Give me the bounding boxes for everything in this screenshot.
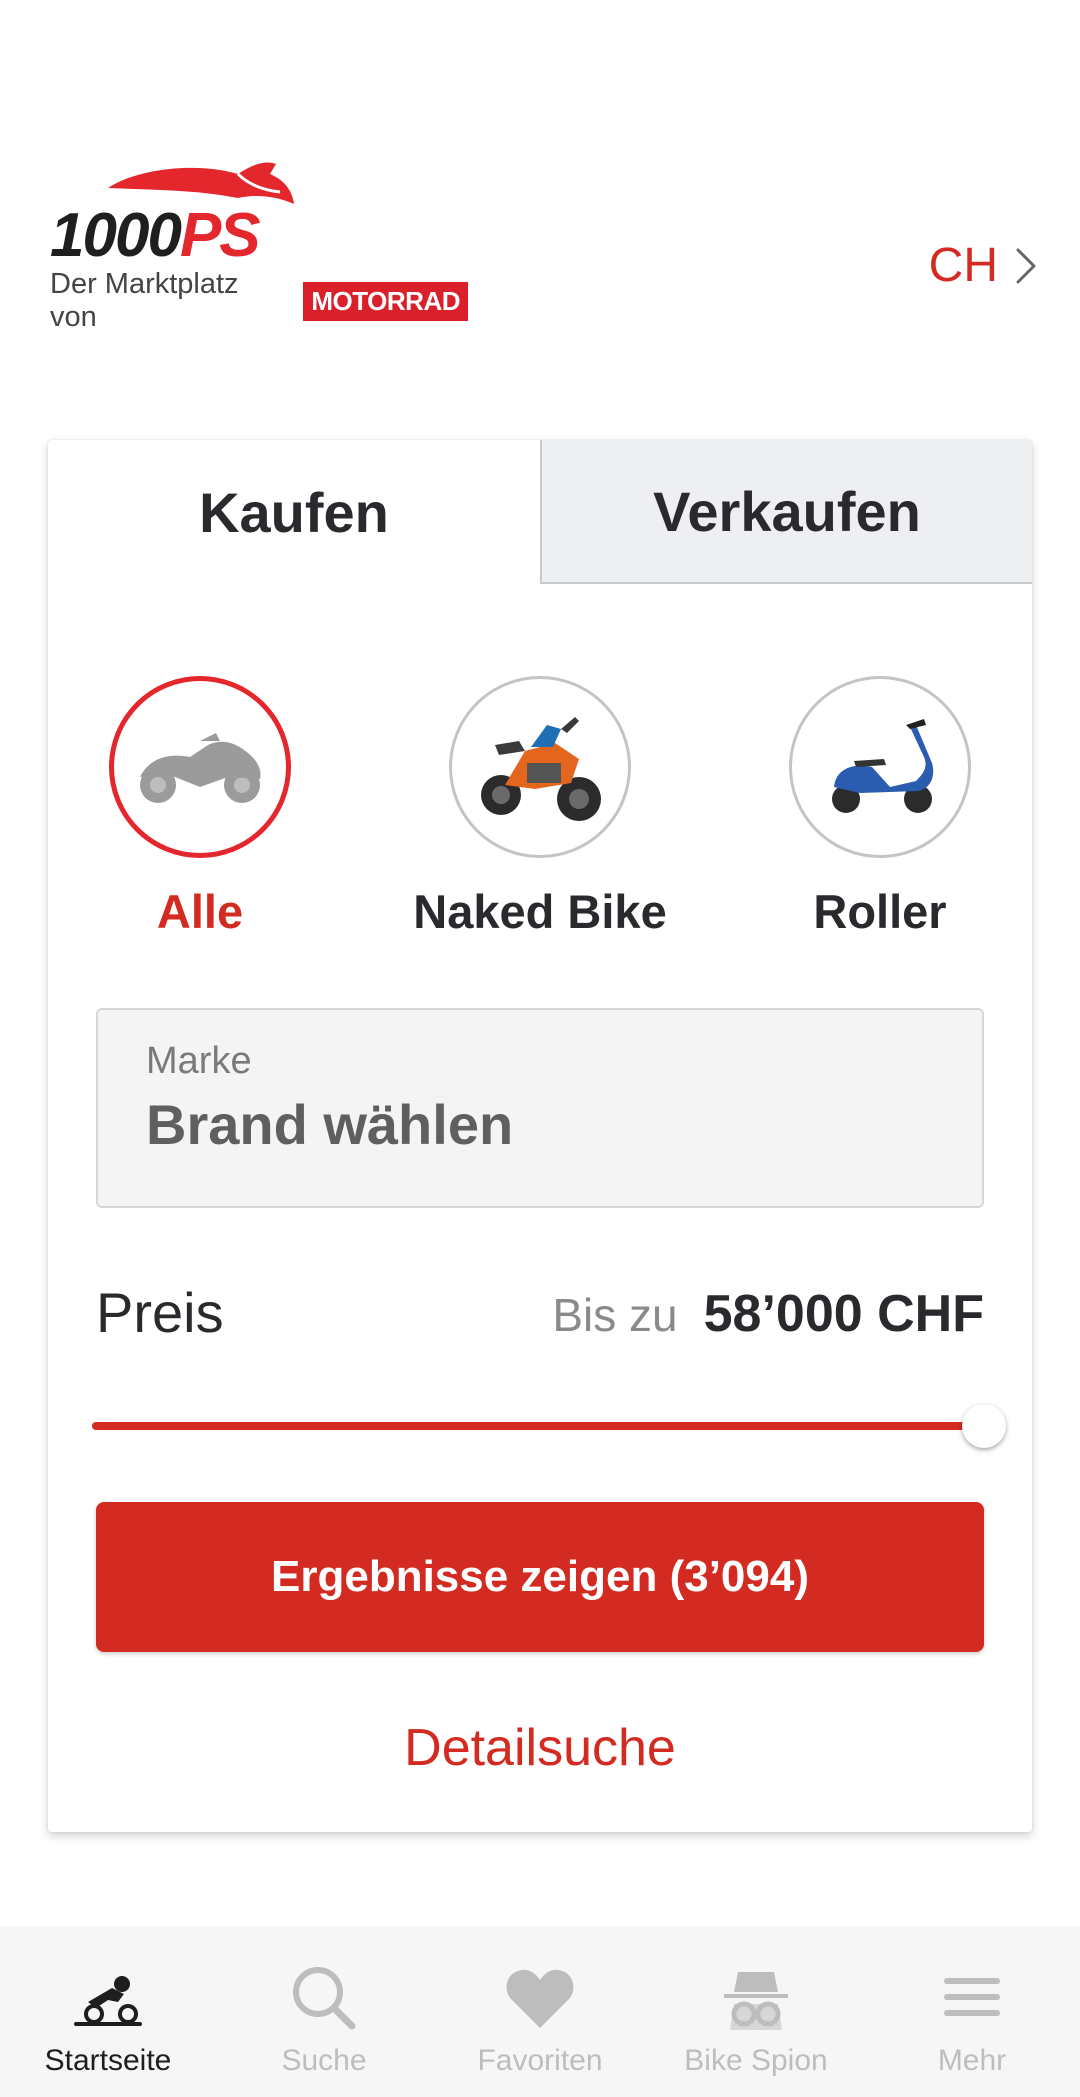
nav-item-startseite[interactable]: Startseite: [0, 1926, 216, 2097]
tab-bar: Kaufen Verkaufen: [48, 440, 1032, 584]
category-roller-label: Roller: [813, 885, 947, 938]
nav-label-bike-spion: Bike Spion: [684, 2044, 828, 2077]
motorcycle-silhouette-icon: [140, 733, 261, 803]
price-upto-label: Bis zu: [552, 1289, 678, 1341]
spy-icon: [724, 1972, 788, 2030]
brand-field-label: Marke: [146, 1040, 252, 1082]
chevron-right-icon: [1016, 248, 1036, 283]
nav-item-mehr[interactable]: Mehr: [864, 1926, 1080, 2097]
scooter-icon: [832, 719, 934, 813]
category-naked-bike-circle: [449, 676, 631, 858]
nav-label-mehr: Mehr: [937, 2044, 1007, 2077]
app-header: 1000PS Der Marktplatz von MOTORRAD CH: [0, 0, 1080, 400]
country-selector[interactable]: CH: [929, 238, 1038, 293]
category-roller-circle: [789, 676, 971, 858]
category-naked-bike-label: Naked Bike: [413, 885, 667, 938]
category-naked-bike[interactable]: Naked Bike: [390, 676, 690, 939]
price-slider-thumb[interactable]: [962, 1404, 1006, 1448]
price-row: Preis Bis zu 58’000 CHF: [96, 1280, 984, 1350]
show-results-button[interactable]: Ergebnisse zeigen (3’094): [96, 1502, 984, 1652]
price-summary: Bis zu 58’000 CHF: [552, 1284, 984, 1344]
nav-label-favoriten: Favoriten: [477, 2044, 603, 2077]
search-card: Kaufen Verkaufen Alle Naked Bike Roller …: [48, 440, 1032, 1832]
heart-icon: [506, 1969, 574, 2028]
logo-subtitle: Der Marktplatz von: [50, 268, 239, 333]
bottom-navigation: Startseite Suche Favoriten Bike Spion Me…: [0, 1926, 1080, 2097]
country-label: CH: [928, 239, 998, 292]
logo-wordmark-1000: 1000: [50, 201, 182, 270]
price-slider-track: [92, 1422, 982, 1430]
logo-wordmark: 1000PS: [50, 200, 261, 271]
nav-label-suche: Suche: [281, 2044, 367, 2077]
naked-bike-icon: [481, 717, 601, 821]
rider-icon: [74, 1976, 142, 2026]
price-slider[interactable]: [92, 1400, 1006, 1450]
category-selector: Alle Naked Bike Roller: [48, 676, 1032, 956]
logo-tagline: Der Marktplatz von MOTORRAD: [50, 268, 468, 334]
nav-item-suche[interactable]: Suche: [216, 1926, 432, 2097]
brand-select[interactable]: Marke Brand wählen: [96, 1008, 984, 1208]
category-alle-circle: [109, 676, 291, 858]
category-alle-label: Alle: [156, 885, 244, 938]
nav-label-startseite: Startseite: [44, 2044, 172, 2077]
logo-brand: MOTORRAD: [303, 281, 468, 321]
detail-search-link[interactable]: Detailsuche: [48, 1718, 1032, 1778]
category-roller[interactable]: Roller: [730, 676, 1030, 939]
brand-field-value: Brand wählen: [146, 1093, 514, 1156]
nav-item-favoriten[interactable]: Favoriten: [432, 1926, 648, 2097]
search-icon: [293, 1967, 356, 2030]
nav-item-bike-spion[interactable]: Bike Spion: [648, 1926, 864, 2097]
tab-verkaufen[interactable]: Verkaufen: [540, 440, 1032, 584]
tab-kaufen[interactable]: Kaufen: [48, 440, 540, 584]
logo-wordmark-ps: PS: [179, 201, 261, 270]
category-alle[interactable]: Alle: [50, 676, 350, 939]
price-label: Preis: [96, 1281, 224, 1344]
price-value: 58’000 CHF: [703, 1285, 984, 1343]
menu-icon: [944, 1978, 1000, 2016]
logo: 1000PS Der Marktplatz von MOTORRAD: [48, 160, 468, 333]
